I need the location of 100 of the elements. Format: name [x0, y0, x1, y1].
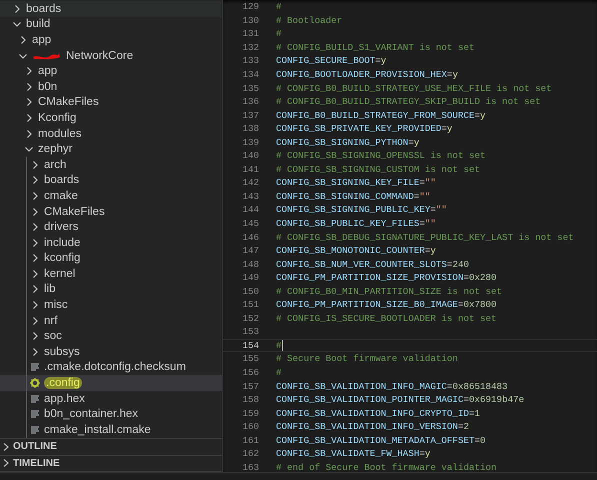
tree-item[interactable]: app [0, 32, 222, 48]
code-line: CONFIG_SB_VALIDATION_METADATA_OFFSET=0 [276, 434, 486, 446]
line-number: 143 [241, 190, 259, 202]
line-number: 141 [241, 164, 259, 175]
code-line: # [276, 1, 282, 12]
tree-item[interactable]: b0n [0, 78, 222, 95]
line-number: 142 [241, 177, 259, 188]
line-number: 137 [241, 110, 259, 121]
code-line: # CONFIG_SB_DEBUG_SIGNATURE_PUBLIC_KEY_LAST is not set [276, 232, 574, 243]
line-number: 146 [241, 232, 259, 243]
line-number: 147 [241, 245, 259, 256]
tree-item[interactable]: zephyr [0, 141, 222, 157]
code-line: CONFIG_B0_BUILD_STRATEGY_FROM_SOURCE=y [276, 110, 486, 121]
line-number: 144 [241, 204, 259, 216]
line-number: 158 [241, 394, 259, 406]
tree-item[interactable]: boards [0, 1, 222, 17]
code-line: # CONFIG_B0_MIN_PARTITION_SIZE is not set [276, 286, 502, 297]
line-number: 138 [241, 123, 259, 134]
line-number: 133 [241, 55, 259, 66]
chevron-right-icon [2, 442, 10, 452]
tree-item[interactable]: Kconfig [0, 110, 222, 126]
code-line: # CONFIG_BUILD_S1_VARIANT is not set [276, 42, 474, 53]
line-number: 148 [241, 258, 259, 270]
code-line: # [276, 28, 282, 40]
tree-item[interactable]: b0n_container.hex [0, 406, 222, 422]
lines-icon [30, 394, 40, 404]
line-number: 149 [241, 272, 259, 284]
line-number: 134 [241, 69, 259, 80]
code-line: CONFIG_SB_MONOTONIC_COUNTER=y [276, 245, 436, 256]
code-line: CONFIG_SB_SIGNING_PUBLIC_KEY="" [276, 204, 447, 216]
tree-item[interactable]: boards [0, 172, 222, 188]
tree-item[interactable]: lib [0, 282, 222, 298]
line-number: 129 [241, 1, 259, 12]
line-number: 154 [241, 340, 259, 351]
line-number: 136 [241, 96, 259, 108]
text-cursor [282, 340, 283, 351]
line-number: 163 [241, 462, 259, 473]
line-number: 156 [241, 367, 259, 378]
code-line: CONFIG_SB_SIGNING_COMMAND="" [276, 190, 430, 202]
tree-item[interactable]: build [0, 16, 222, 32]
line-number: 145 [241, 218, 259, 230]
code-line: CONFIG_PM_PARTITION_SIZE_PROVISION=0x280 [276, 272, 497, 284]
tree-item[interactable]: cmake_install.cmake [0, 422, 222, 438]
tree-item[interactable]: CMakeFiles [0, 94, 222, 110]
tree-item[interactable]: CMakeFiles [0, 204, 222, 220]
tree-item[interactable]: kconfig [0, 250, 222, 266]
tree-item[interactable]: NetworkCore [0, 48, 222, 64]
code-line: CONFIG_SB_SIGNING_KEY_FILE="" [276, 177, 436, 188]
lines-icon [30, 362, 40, 372]
tree-item[interactable]: kernel [0, 266, 222, 282]
tree-item[interactable]: nrf [0, 312, 222, 328]
code-line: CONFIG_SB_VALIDATE_FW_HASH=y [276, 448, 430, 460]
line-number: 160 [241, 421, 259, 432]
tree-item[interactable]: app.hex [0, 390, 222, 406]
line-number: 135 [241, 82, 259, 94]
line-number: 159 [241, 408, 259, 419]
tree-item[interactable]: modules [0, 126, 222, 142]
tree-item[interactable]: arch [0, 156, 222, 173]
code-line: CONFIG_SB_VALIDATION_INFO_CRYPTO_ID=1 [276, 408, 480, 419]
line-number: 152 [241, 312, 259, 324]
tree-item[interactable]: misc [0, 297, 222, 313]
line-number: 132 [241, 42, 259, 53]
line-number: 139 [241, 136, 259, 148]
code-line: # Secure Boot firmware validation [276, 353, 458, 364]
tree-item[interactable]: soc [0, 328, 222, 344]
code-line: CONFIG_SB_VALIDATION_INFO_VERSION=2 [276, 421, 469, 432]
tree-item[interactable]: subsys [0, 344, 222, 360]
lines-icon [30, 424, 40, 435]
code-line: # [276, 340, 282, 351]
code-line: CONFIG_SB_SIGNING_PYTHON=y [276, 136, 420, 148]
code-line: # CONFIG_B0_BUILD_STRATEGY_SKIP_BUILD is not set [276, 96, 541, 108]
line-number: 157 [241, 380, 259, 392]
tree-item[interactable]: cmake [0, 188, 222, 204]
line-number: 155 [241, 353, 259, 364]
chevron-right-icon [2, 458, 10, 468]
code-line: # CONFIG_IS_SECURE_BOOTLOADER is not set [276, 312, 497, 324]
code-line: CONFIG_SB_NUM_VER_COUNTER_SLOTS=240 [276, 258, 469, 270]
code-line: # end of Secure Boot firmware validation [276, 462, 497, 473]
panel-header[interactable]: OUTLINE [0, 439, 222, 456]
line-number: 162 [241, 448, 259, 460]
code-line: CONFIG_SB_PRIVATE_KEY_PROVIDED=y [276, 123, 452, 134]
line-number: 140 [241, 150, 259, 162]
gear-icon [30, 378, 40, 388]
code-line: # CONFIG_SB_SIGNING_OPENSSL is not set [276, 150, 486, 162]
line-number: 161 [241, 434, 259, 446]
line-number: 153 [241, 326, 259, 338]
tree-item[interactable]: include [0, 234, 222, 250]
tree-item[interactable]: .cmake.dotconfig.checksum [0, 360, 222, 376]
line-number: 130 [241, 14, 259, 26]
code-line: CONFIG_BOOTLOADER_PROVISION_HEX=y [276, 69, 458, 80]
code-line: # CONFIG_B0_BUILD_STRATEGY_USE_HEX_FILE is not set [276, 82, 552, 94]
code-line: CONFIG_PM_PARTITION_SIZE_B0_IMAGE=0x7800 [276, 299, 497, 310]
code-line: # Bootloader [276, 14, 342, 26]
line-number: 131 [241, 28, 259, 40]
tree-item[interactable]: app [0, 63, 222, 79]
line-number: 150 [241, 286, 259, 297]
tree-item[interactable]: drivers [0, 219, 222, 235]
line-number: 151 [241, 299, 259, 310]
lines-icon [30, 409, 40, 420]
code-line: CONFIG_SB_VALIDATION_INFO_MAGIC=0x86518483 [276, 380, 508, 392]
